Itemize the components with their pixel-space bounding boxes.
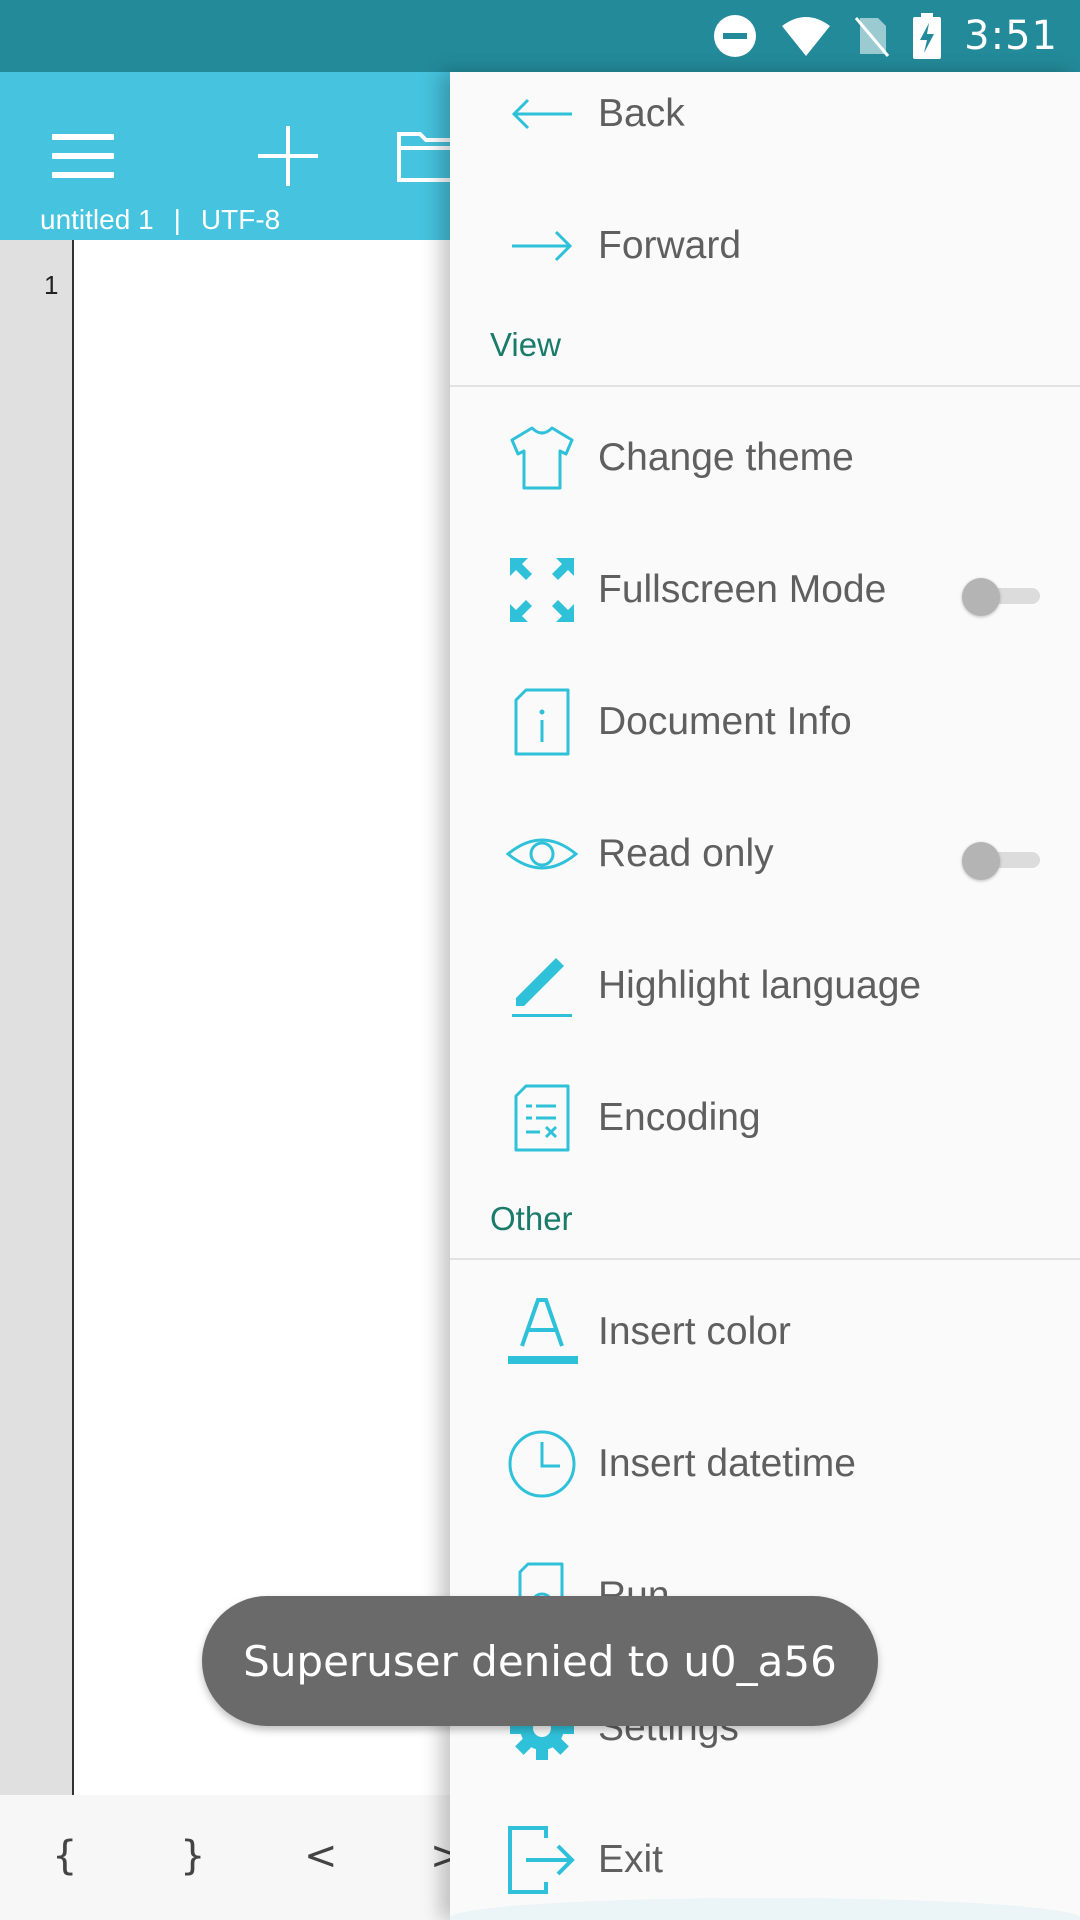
menu-item-insert-datetime[interactable]: Insert datetime xyxy=(450,1398,1080,1530)
file-name: untitled 1 xyxy=(40,204,154,235)
menu-item-label: Document Info xyxy=(598,700,852,743)
menu-item-label: Insert datetime xyxy=(598,1442,856,1485)
battery-charging-icon xyxy=(913,13,942,59)
toggle-thumb xyxy=(962,578,1000,616)
section-title-view: View xyxy=(490,326,561,363)
info-document-icon xyxy=(514,688,570,756)
shirt-icon xyxy=(510,426,574,490)
text-color-icon xyxy=(508,1298,578,1364)
toast-message: Superuser denied to u0_a56 xyxy=(202,1596,878,1726)
symbol-open-brace[interactable]: { xyxy=(52,1833,77,1879)
no-sim-icon xyxy=(855,17,890,57)
pen-icon xyxy=(512,958,572,1017)
menu-icon[interactable] xyxy=(52,134,114,178)
eye-icon xyxy=(506,838,578,870)
menu-item-label: Highlight language xyxy=(598,964,922,1007)
do-not-disturb-icon xyxy=(714,15,757,57)
arrow-right-icon xyxy=(512,230,573,262)
exit-icon xyxy=(508,1826,575,1894)
menu-item-label: Back xyxy=(598,92,685,135)
line-number: 1 xyxy=(44,270,59,300)
status-time: 3:51 xyxy=(964,13,1058,59)
menu-item-label: Exit xyxy=(598,1838,664,1881)
menu-item-forward[interactable]: Forward xyxy=(450,180,1080,312)
symbol-less-than[interactable]: < xyxy=(304,1833,338,1879)
wifi-icon xyxy=(782,17,831,56)
menu-item-label: Insert color xyxy=(598,1310,791,1353)
file-encoding: UTF-8 xyxy=(200,204,281,235)
menu-item-label: Encoding xyxy=(598,1096,761,1139)
menu-item-insert-color[interactable]: Insert color xyxy=(450,1266,1080,1398)
toggle-thumb xyxy=(962,842,1000,880)
menu-item-highlight-language[interactable]: Highlight language xyxy=(450,920,1080,1052)
menu-item-label: Fullscreen Mode xyxy=(598,568,887,611)
menu-item-label: Forward xyxy=(598,224,742,267)
menu-item-label: Read only xyxy=(598,832,774,875)
new-file-icon[interactable] xyxy=(258,126,318,186)
menu-item-fullscreen-mode[interactable]: Fullscreen Mode xyxy=(450,524,1080,656)
read-only-toggle[interactable] xyxy=(962,840,1044,880)
arrow-left-icon xyxy=(511,98,572,130)
menu-item-back[interactable]: Back xyxy=(450,72,1080,180)
menu-item-read-only[interactable]: Read only xyxy=(450,788,1080,920)
clock-icon xyxy=(508,1430,576,1498)
menu-item-label: Change theme xyxy=(598,436,854,479)
section-title-other: Other xyxy=(490,1200,573,1237)
encoding-document-icon xyxy=(514,1084,570,1152)
separator: | xyxy=(173,204,181,235)
menu-item-document-info[interactable]: Document Info xyxy=(450,656,1080,788)
symbol-close-brace[interactable]: } xyxy=(180,1833,205,1879)
document-status: untitled 1 | UTF-8 xyxy=(40,204,280,236)
menu-item-change-theme[interactable]: Change theme xyxy=(450,392,1080,524)
divider xyxy=(450,1258,1080,1260)
line-gutter: 1 xyxy=(0,240,74,1795)
status-bar: 3:51 xyxy=(0,0,1080,72)
menu-item-encoding[interactable]: Encoding xyxy=(450,1052,1080,1184)
divider xyxy=(450,385,1080,387)
fullscreen-icon xyxy=(510,558,574,622)
fullscreen-toggle[interactable] xyxy=(962,576,1044,616)
